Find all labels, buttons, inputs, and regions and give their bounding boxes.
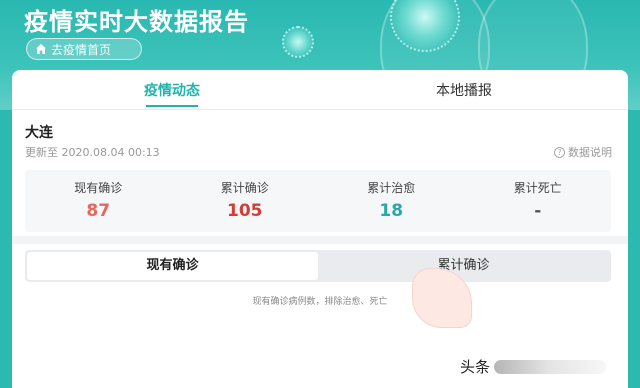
tab-epidemic-dynamics[interactable]: 疫情动态 bbox=[92, 80, 252, 100]
data-explanation-label: 数据说明 bbox=[568, 146, 612, 159]
data-explanation-link[interactable]: ? 数据说明 bbox=[554, 144, 612, 160]
stat-label: 累计死亡 bbox=[513, 181, 562, 195]
update-time: 更新至 2020.08.04 00:13 bbox=[25, 146, 160, 159]
stat-value: - bbox=[534, 201, 542, 221]
home-button[interactable]: 去疫情首页 bbox=[26, 38, 142, 60]
city-name: 大连 bbox=[25, 125, 53, 141]
home-button-label: 去疫情首页 bbox=[51, 42, 112, 57]
map-mode-toggle: 现有确诊 累计确诊 bbox=[25, 250, 611, 282]
page-title: 疫情实时大数据报告 bbox=[24, 8, 249, 36]
watermark: 头条 bbox=[460, 356, 607, 377]
active-tab-indicator bbox=[146, 105, 198, 107]
stat-label: 累计治愈 bbox=[367, 181, 416, 195]
section-divider bbox=[12, 236, 628, 244]
map-note: 现有确诊病例数，排除治愈、死亡 bbox=[252, 297, 388, 307]
stat-total-cured: 累计治愈 18 bbox=[318, 170, 465, 232]
stat-value: 87 bbox=[86, 201, 111, 221]
stat-label: 现有确诊 bbox=[74, 181, 123, 195]
stat-label: 累计确诊 bbox=[220, 181, 269, 195]
toggle-total-confirmed[interactable]: 累计确诊 bbox=[318, 252, 609, 280]
virus-illustration-small bbox=[282, 26, 314, 58]
main-card: 疫情动态 本地播报 大连 更新至 2020.08.04 00:13 ? 数据说明… bbox=[12, 70, 628, 388]
house-icon bbox=[36, 44, 46, 54]
question-circle-icon: ? bbox=[554, 146, 565, 158]
stat-value: 18 bbox=[379, 201, 404, 221]
tab-label: 疫情动态 bbox=[144, 83, 200, 99]
watermark-text: 头条 bbox=[460, 358, 491, 376]
tab-label: 本地播报 bbox=[436, 83, 492, 99]
stat-total-deaths: 累计死亡 - bbox=[465, 170, 612, 232]
tab-bar: 疫情动态 本地播报 bbox=[12, 70, 628, 110]
stat-total-confirmed: 累计确诊 105 bbox=[172, 170, 319, 232]
stats-panel: 现有确诊 87 累计确诊 105 累计治愈 18 累计死亡 - bbox=[25, 170, 611, 232]
stat-value: 105 bbox=[227, 201, 263, 221]
tab-local-broadcast[interactable]: 本地播报 bbox=[384, 80, 544, 100]
watermark-blur bbox=[494, 359, 607, 374]
toggle-current-confirmed[interactable]: 现有确诊 bbox=[27, 252, 318, 280]
stat-current-confirmed: 现有确诊 87 bbox=[25, 170, 172, 232]
tab-divider bbox=[12, 109, 628, 110]
